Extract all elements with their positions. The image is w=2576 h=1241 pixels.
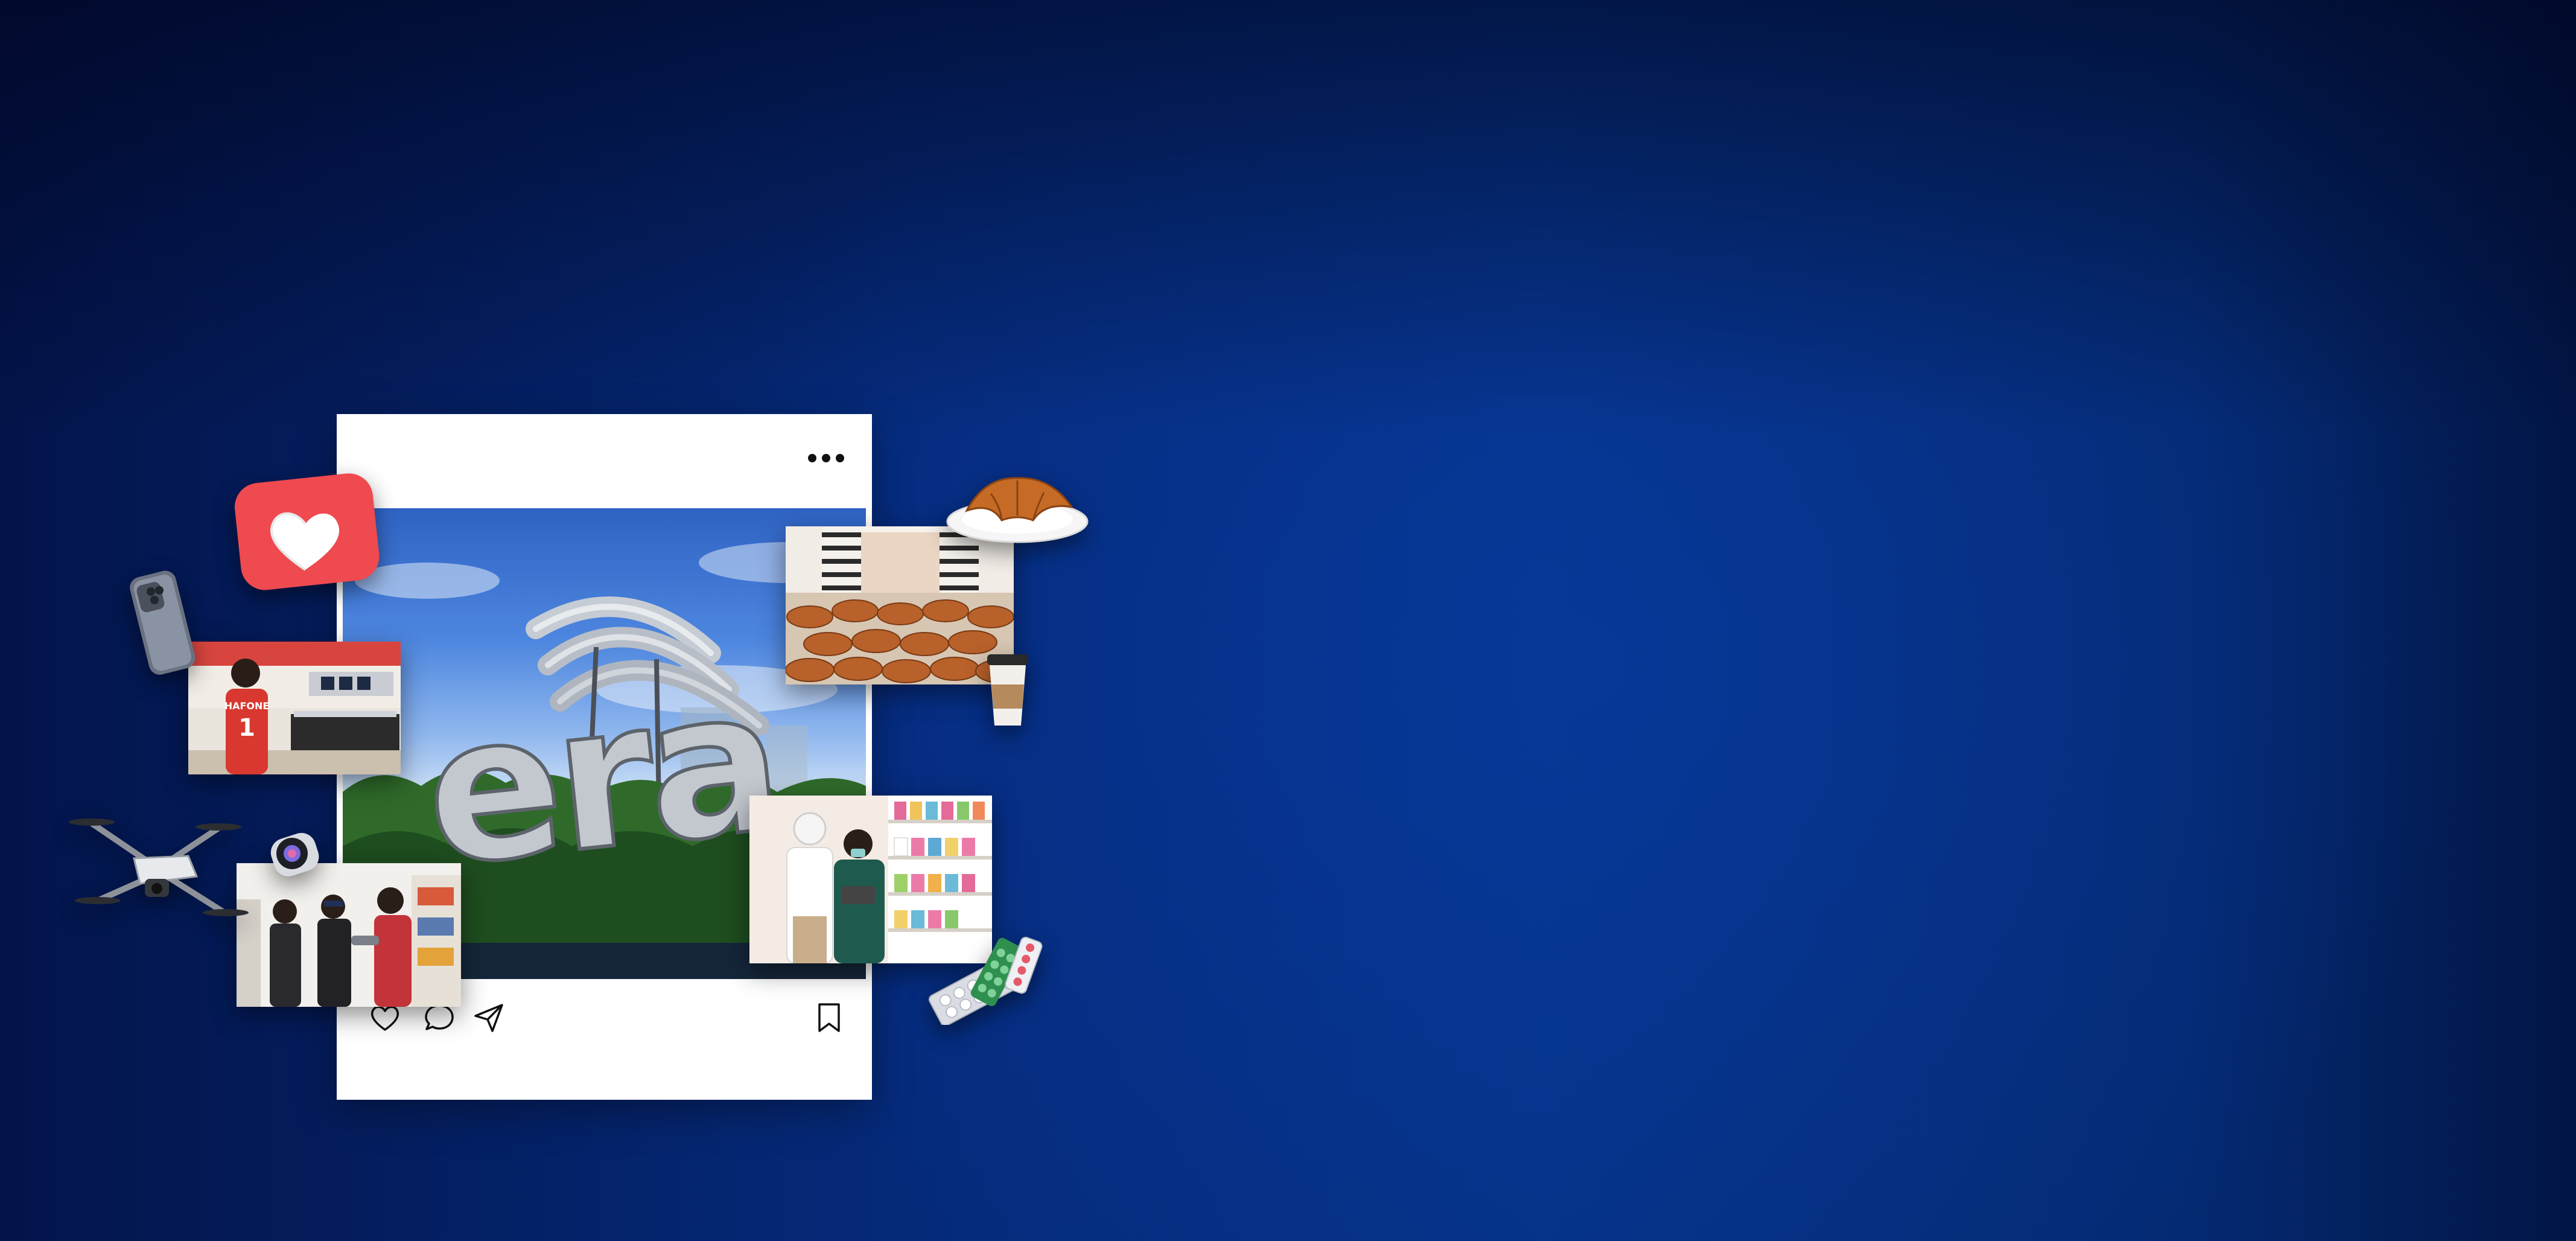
jersey-number: 1 (238, 714, 255, 742)
era-sign-text: era (415, 644, 787, 911)
photo-drone-shop (237, 863, 461, 1007)
pill-blister-icon (915, 934, 1044, 1025)
send-arrow-icon[interactable] (471, 1000, 507, 1036)
smartphone-icon (128, 567, 204, 677)
drone-icon (68, 798, 258, 937)
heart-like-icon (234, 473, 385, 600)
more-dots-icon[interactable] (808, 451, 844, 465)
croissant-plate-icon (943, 465, 1090, 549)
photo-bakery-croissants (786, 526, 1014, 684)
coffee-cup-icon (984, 651, 1032, 729)
photo-phone-store: HAFONE 1 (188, 642, 401, 774)
jersey-text: HAFONE (224, 700, 270, 712)
smartwatch-icon (266, 825, 323, 882)
bookmark-icon[interactable] (811, 1000, 847, 1036)
